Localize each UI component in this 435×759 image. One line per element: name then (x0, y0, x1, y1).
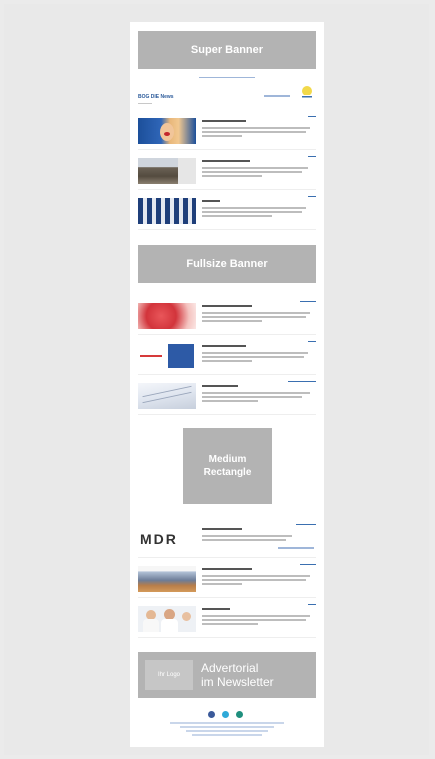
footer-text (170, 722, 284, 724)
article-image (138, 566, 196, 592)
super-banner[interactable]: Super Banner (138, 31, 316, 69)
xing-icon[interactable] (236, 711, 243, 718)
newsletter-sheet: Super Banner BOG DIE News Fullsize Banne… (130, 22, 324, 747)
mdr-logo-icon: MDR (140, 531, 178, 547)
article-item[interactable] (138, 300, 316, 335)
article-image (138, 343, 196, 369)
article-item[interactable] (138, 563, 316, 598)
newsletter-title: BOG DIE News (138, 94, 174, 100)
article-category (300, 299, 316, 303)
article-item[interactable] (138, 380, 316, 415)
advertorial-logo-label: Ihr Logo (157, 672, 181, 678)
article-image: MDR (138, 526, 196, 552)
advertorial-line1: Advertorial (201, 661, 259, 675)
article-item[interactable]: MDR (138, 523, 316, 558)
svg-text:MDR: MDR (140, 531, 178, 547)
article-category (308, 154, 316, 158)
logo-text (264, 93, 290, 98)
article-item[interactable] (138, 155, 316, 190)
article-image (138, 303, 196, 329)
article-category (308, 602, 316, 606)
footer-text (186, 730, 268, 732)
article-image (138, 158, 196, 184)
medium-rectangle-line1: Medium (208, 454, 247, 465)
article-item[interactable] (138, 115, 316, 150)
advertorial-line2: im Newsletter (201, 675, 274, 689)
article-item[interactable] (138, 603, 316, 638)
article-title (202, 607, 316, 611)
footer-text (180, 726, 274, 728)
article-image (138, 606, 196, 632)
article-title (202, 304, 316, 308)
article-item[interactable] (138, 340, 316, 375)
footer-text (192, 734, 262, 736)
article-title (202, 344, 316, 348)
medium-rectangle-line2: Rectangle (203, 467, 252, 478)
advertorial-logo-box: Ihr Logo (145, 660, 193, 690)
preview-frame: Super Banner BOG DIE News Fullsize Banne… (4, 4, 429, 755)
article-title (202, 567, 316, 571)
article-title (202, 384, 316, 388)
article-image (138, 198, 196, 224)
article-category (288, 379, 316, 383)
fullsize-banner[interactable]: Fullsize Banner (138, 245, 316, 283)
newsletter-date (138, 101, 152, 105)
web-view-link[interactable] (130, 75, 324, 79)
fullsize-banner-label: Fullsize Banner (186, 258, 268, 270)
article-category (300, 562, 316, 566)
article-title (202, 119, 316, 123)
facebook-icon[interactable] (208, 711, 215, 718)
sun-logo-icon (301, 86, 313, 99)
twitter-icon[interactable] (222, 711, 229, 718)
article-title (202, 527, 316, 531)
article-title (202, 199, 316, 203)
medium-rectangle-banner[interactable]: Medium Rectangle (183, 428, 272, 504)
article-image (138, 383, 196, 409)
article-title (202, 159, 316, 163)
article-item[interactable] (138, 195, 316, 230)
article-image (138, 118, 196, 144)
article-category (296, 522, 316, 526)
super-banner-label: Super Banner (190, 44, 264, 56)
article-category (308, 339, 316, 343)
article-category (308, 114, 316, 118)
advertorial-banner[interactable]: Ihr Logo Advertorial im Newsletter (138, 652, 316, 698)
article-category (308, 194, 316, 198)
